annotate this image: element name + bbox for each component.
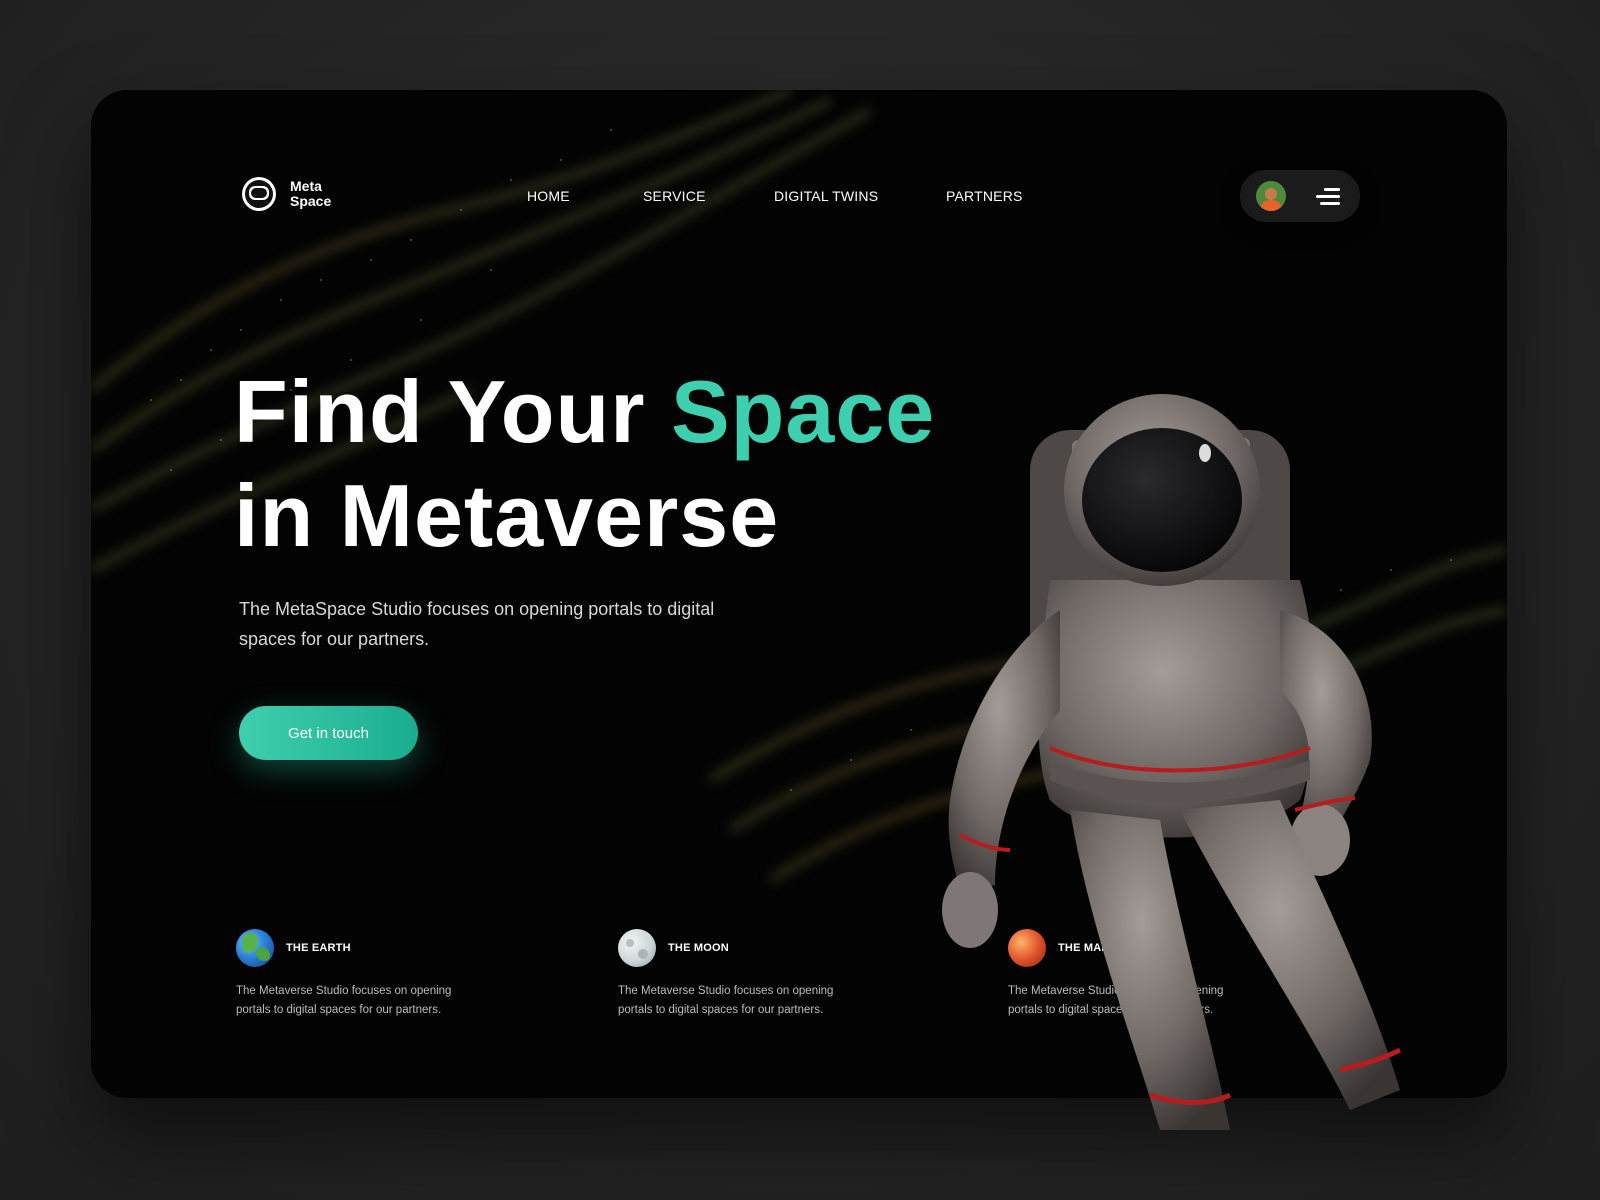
- brand-logo[interactable]: Meta Space: [240, 172, 331, 216]
- nav-partners[interactable]: PARTNERS: [946, 188, 1023, 204]
- hero-subtitle: The MetaSpace Studio focuses on opening …: [239, 599, 715, 649]
- hero-title-part1: Find Your: [234, 362, 671, 461]
- nav-service[interactable]: SERVICE: [643, 188, 774, 204]
- user-menu-pill: [1240, 170, 1360, 222]
- feature-title: THE MARS: [1058, 942, 1118, 954]
- hero-title-accent: Space: [670, 362, 936, 461]
- menu-icon[interactable]: [1316, 187, 1340, 205]
- get-in-touch-button[interactable]: Get in touch: [239, 706, 418, 760]
- hero-title: Find Your Space in Metaverse: [234, 360, 935, 568]
- nav-digital-twins[interactable]: DIGITAL TWINS: [774, 188, 946, 204]
- feature-description: The Metaverse Studio focuses on opening …: [236, 985, 452, 1016]
- nav-home[interactable]: HOME: [527, 188, 643, 204]
- feature-title: THE MOON: [668, 942, 729, 954]
- feature-description: The Metaverse Studio focuses on opening …: [1008, 985, 1224, 1016]
- feature-mars: THE MARS The Metaverse Studio focuses on…: [1008, 928, 1258, 1020]
- main-nav: HOME SERVICE DIGITAL TWINS PARTNERS: [527, 188, 1023, 204]
- astronaut-helmet-icon: [242, 177, 276, 211]
- hero-title-line2: in Metaverse: [234, 466, 780, 565]
- feature-moon: THE MOON The Metaverse Studio focuses on…: [618, 928, 868, 1020]
- feature-title: THE EARTH: [286, 942, 351, 954]
- feature-description: The Metaverse Studio focuses on opening …: [618, 985, 834, 1016]
- mars-icon: [1008, 929, 1046, 967]
- brand-name-line2: Space: [290, 193, 332, 209]
- hero-card: Meta Space HOME SERVICE DIGITAL TWINS PA…: [91, 90, 1507, 1098]
- feature-earth: THE EARTH The Metaverse Studio focuses o…: [236, 928, 486, 1020]
- earth-icon: [236, 929, 274, 967]
- user-avatar[interactable]: [1256, 181, 1286, 211]
- moon-icon: [618, 929, 656, 967]
- brand-name-line1: Meta: [290, 178, 322, 194]
